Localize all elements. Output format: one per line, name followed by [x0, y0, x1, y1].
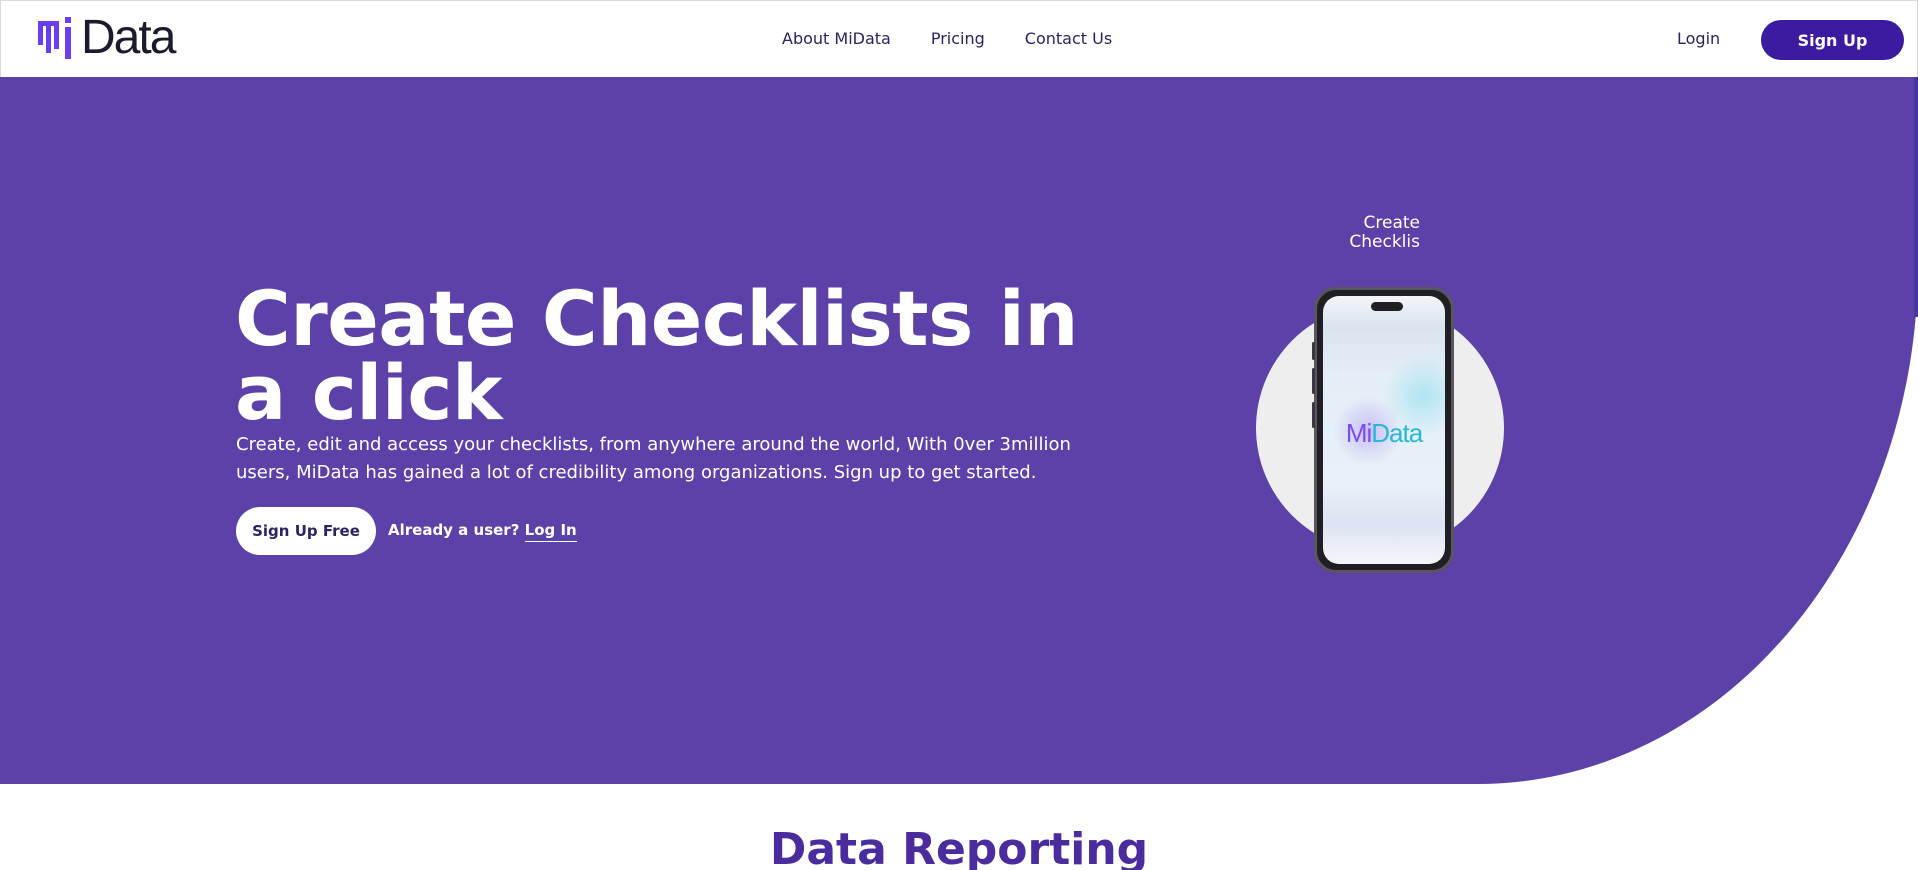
signup-button[interactable]: Sign Up: [1761, 20, 1904, 60]
nav-contact[interactable]: Contact Us: [1025, 29, 1112, 49]
phone-side-button: [1312, 368, 1315, 394]
phone-side-button: [1312, 342, 1315, 360]
logo-mi-mark: [38, 17, 71, 59]
nav-about[interactable]: About MiData: [782, 29, 891, 49]
main-nav: About MiData Pricing Contact Us: [782, 29, 1112, 49]
phone-screen: MiData: [1323, 296, 1445, 564]
phone-notch: [1371, 302, 1403, 311]
phone-caption: Create Checklis: [1330, 214, 1420, 252]
login-link[interactable]: Login: [1677, 29, 1720, 48]
phone-side-button: [1312, 402, 1315, 428]
site-header: Data About MiData Pricing Contact Us Log…: [0, 0, 1918, 77]
hero-login-link[interactable]: Log In: [524, 521, 577, 542]
hero-edge-accent: [1914, 77, 1918, 317]
signup-free-button[interactable]: Sign Up Free: [236, 507, 376, 555]
already-user-text: Already a user? Log In: [388, 521, 577, 542]
nav-pricing[interactable]: Pricing: [931, 29, 985, 49]
phone-logo-mi: Mi: [1345, 418, 1372, 448]
phone-midata-logo: MiData: [1323, 418, 1445, 449]
midata-logo[interactable]: Data: [37, 11, 176, 64]
logo-wordmark: Data: [81, 11, 176, 64]
hero-subtitle: Create, edit and access your checklists,…: [236, 434, 1071, 483]
section-title-data-reporting: Data Reporting: [769, 824, 1149, 870]
hero-title: Create Checklists in a click: [235, 274, 1078, 437]
already-user-label: Already a user?: [388, 521, 520, 539]
phone-caption-line2: Checklis: [1349, 232, 1420, 252]
hero-section: Create Checklists in a click Create, edi…: [0, 77, 1918, 784]
phone-caption-line1: Create: [1363, 213, 1421, 233]
phone-logo-data: Data: [1371, 418, 1423, 448]
phone-mockup: MiData: [1312, 287, 1454, 573]
